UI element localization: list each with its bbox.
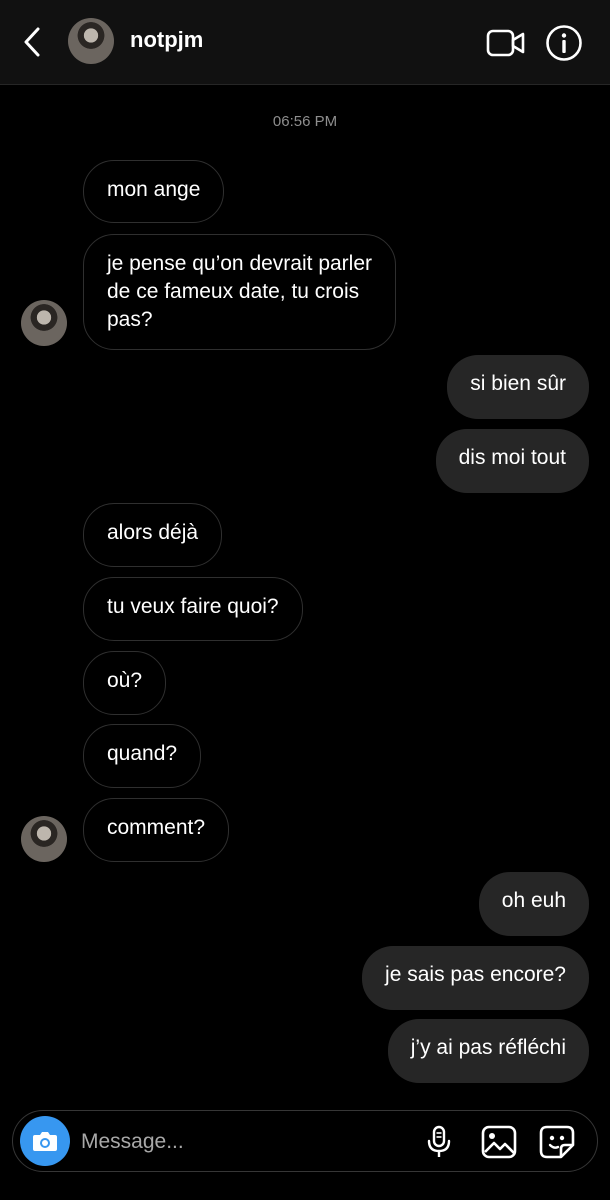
camera-button[interactable] <box>20 1116 70 1166</box>
camera-icon <box>33 1132 57 1151</box>
message-incoming[interactable]: je pense qu’on devrait parler de ce fame… <box>83 234 397 350</box>
avatar[interactable] <box>68 18 114 64</box>
message-outgoing[interactable]: si bien sûr <box>447 355 589 419</box>
message-outgoing[interactable]: j’y ai pas réfléchi <box>387 1019 589 1083</box>
message-outgoing[interactable]: dis moi tout <box>435 429 589 493</box>
message-incoming[interactable]: alors déjà <box>83 503 223 567</box>
chat-header: notpjm <box>0 0 610 85</box>
message-timestamp: 06:56 PM <box>272 113 338 130</box>
microphone-icon[interactable] <box>425 1125 453 1159</box>
message-outgoing[interactable]: oh euh <box>478 872 589 936</box>
message-input[interactable] <box>79 1125 383 1159</box>
message-incoming[interactable]: où? <box>83 651 167 715</box>
message-incoming[interactable]: mon ange <box>83 160 225 223</box>
info-icon[interactable] <box>545 24 583 62</box>
sender-avatar[interactable] <box>21 816 67 862</box>
back-icon[interactable] <box>20 26 46 58</box>
message-incoming[interactable]: tu veux faire quoi? <box>83 577 303 641</box>
gallery-icon[interactable] <box>481 1125 517 1159</box>
sticker-icon[interactable] <box>539 1125 575 1159</box>
message-incoming[interactable]: comment? <box>83 798 230 862</box>
message-incoming[interactable]: quand? <box>83 724 202 788</box>
message-outgoing[interactable]: je sais pas encore? <box>362 946 589 1010</box>
video-call-icon[interactable] <box>486 27 526 59</box>
message-composer <box>12 1110 598 1172</box>
sender-avatar[interactable] <box>21 300 67 346</box>
username[interactable]: notpjm <box>130 27 203 53</box>
